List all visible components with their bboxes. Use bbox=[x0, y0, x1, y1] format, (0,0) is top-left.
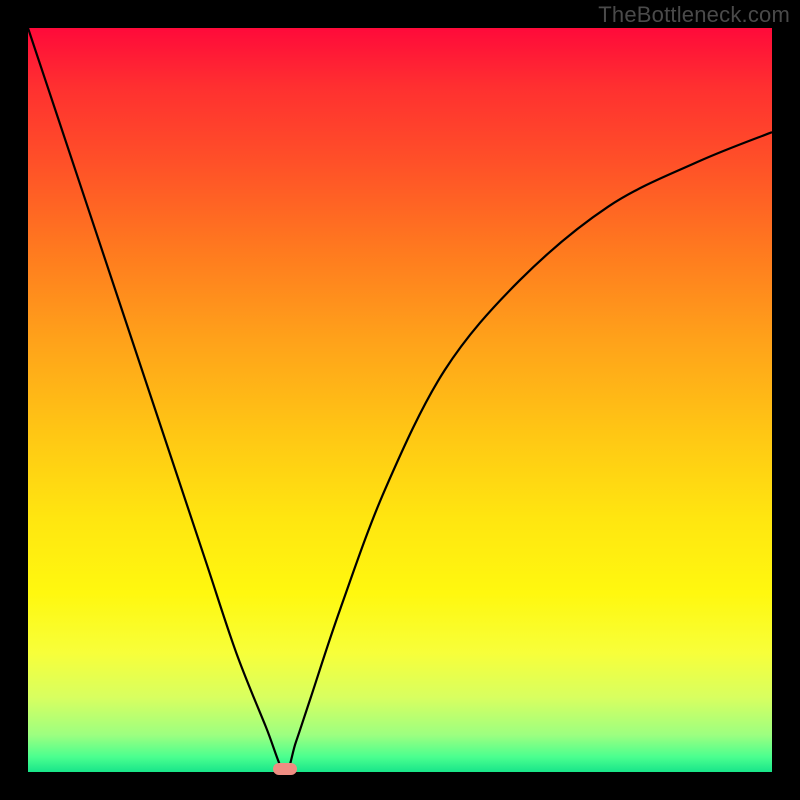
chart-frame: TheBottleneck.com bbox=[0, 0, 800, 800]
plot-area bbox=[28, 28, 772, 772]
bottleneck-curve bbox=[28, 28, 772, 772]
curve-path bbox=[28, 28, 772, 772]
watermark-text: TheBottleneck.com bbox=[598, 2, 790, 28]
minimum-marker bbox=[273, 763, 297, 775]
